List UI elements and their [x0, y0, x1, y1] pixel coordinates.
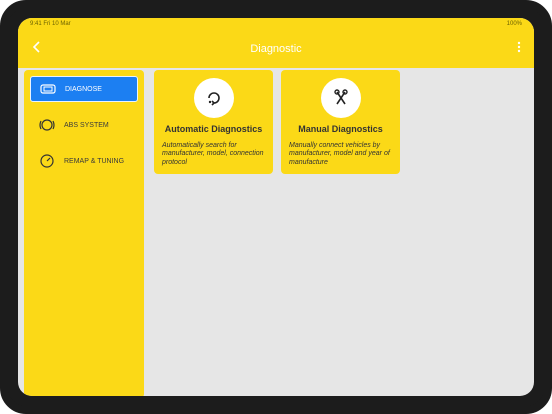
card-title: Manual Diagnostics — [298, 124, 383, 134]
app-header: 9:41 Fri 10 Mar 100% Diagnostic — [18, 18, 534, 68]
manual-diagnostics-icon — [320, 78, 361, 118]
diagnose-icon — [39, 82, 57, 96]
more-vertical-icon — [517, 41, 521, 53]
sidebar-item-diagnose[interactable]: DIAGNOSE — [30, 76, 138, 102]
abs-icon — [38, 118, 56, 132]
status-battery: 100% — [506, 21, 522, 27]
more-menu-button[interactable] — [514, 40, 524, 54]
sidebar-item-label: REMAP & TUNING — [64, 157, 125, 165]
card-title: Automatic Diagnostics — [164, 124, 263, 134]
gauge-icon — [38, 154, 56, 168]
status-time: 9:41 Fri 10 Mar — [30, 21, 71, 27]
card-description: Manually connect vehicles by manufacture… — [289, 142, 390, 166]
manual-diagnostics-card[interactable]: Manual Diagnostics Manually connect vehi… — [281, 70, 400, 174]
auto-diagnostics-icon — [193, 78, 234, 118]
app-screen: 9:41 Fri 10 Mar 100% Diagnostic DIAGNOSE… — [18, 18, 534, 396]
status-bar: 9:41 Fri 10 Mar 100% — [18, 21, 534, 31]
automatic-diagnostics-card[interactable]: Automatic Diagnostics Automatically sear… — [154, 70, 273, 174]
sidebar: DIAGNOSE ABS SYSTEM REMAP & TUNING — [24, 70, 144, 396]
card-description: Automatically search for manufacturer, m… — [162, 142, 264, 166]
sidebar-item-remap-tuning[interactable]: REMAP & TUNING — [30, 148, 138, 174]
tablet-frame: 9:41 Fri 10 Mar 100% Diagnostic DIAGNOSE… — [0, 0, 552, 414]
sidebar-item-label: ABS SYSTEM — [64, 121, 109, 129]
sidebar-item-label: DIAGNOSE — [65, 85, 102, 93]
sidebar-item-abs-system[interactable]: ABS SYSTEM — [30, 112, 138, 138]
page-title: Diagnostic — [250, 43, 302, 55]
